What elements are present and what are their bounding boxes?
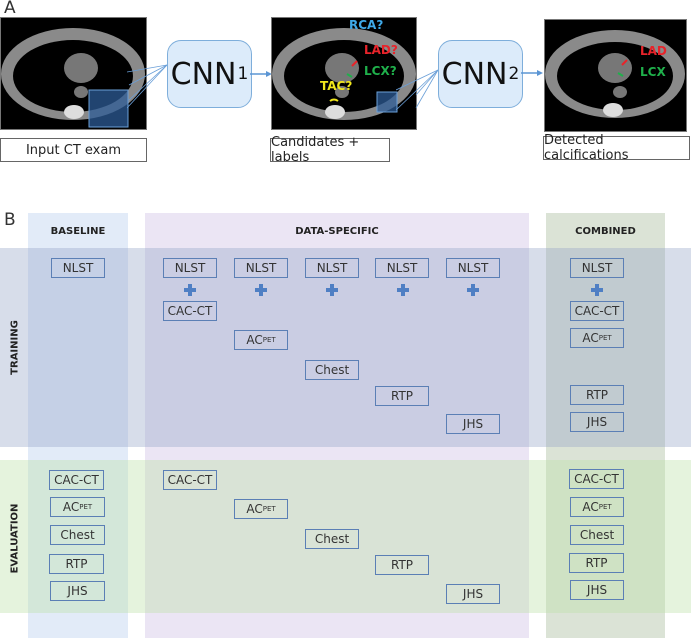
- panel-b-letter: B: [4, 210, 16, 230]
- rca-text: RCA?: [349, 18, 384, 32]
- box-text: AC: [246, 333, 263, 347]
- baseline-header: BASELINE: [50, 226, 106, 237]
- input-ct-image: [0, 17, 147, 130]
- ct-scan-illustration: [1, 28, 145, 128]
- box-subscript: PET: [262, 336, 276, 344]
- lad-candidate-label: LAD?: [364, 43, 398, 57]
- plus-icon: [397, 284, 409, 296]
- box-subscript: PET: [79, 503, 93, 511]
- evaluation-row-label: EVALUATION: [9, 503, 21, 574]
- box-text: AC: [582, 500, 599, 514]
- training-ds-nlst-2: NLST: [234, 258, 288, 278]
- training-combined-acpet: AC PET: [570, 328, 624, 348]
- box-text: AC: [582, 331, 599, 345]
- caption-input-ct: Input CT exam: [0, 138, 147, 162]
- lad-text: LAD?: [364, 43, 398, 57]
- lad-detected-label: LAD: [640, 44, 667, 58]
- training-baseline-nlst: NLST: [51, 258, 105, 278]
- eval-baseline-chest: Chest: [50, 525, 105, 545]
- caption-detected: Detected calcifications: [543, 133, 690, 163]
- arrow-right-icon: [521, 70, 543, 76]
- lcx-text: LCX: [640, 65, 666, 79]
- eval-combined-rtp: RTP: [569, 553, 624, 573]
- plus-icon: [467, 284, 479, 296]
- tac-candidate-label: TAC?: [320, 79, 352, 93]
- cnn2-block: CNN 2: [438, 40, 523, 108]
- lcx-text: LCX?: [364, 64, 397, 78]
- training-ds-nlst-4: NLST: [375, 258, 429, 278]
- training-ds-nlst-5: NLST: [446, 258, 500, 278]
- eval-baseline-acpet: AC PET: [50, 497, 105, 517]
- box-subscript: PET: [262, 505, 276, 513]
- panel-a-letter: A: [4, 0, 16, 18]
- data-specific-header: DATA-SPECIFIC: [295, 226, 379, 237]
- eval-ds-jhs: JHS: [446, 584, 500, 604]
- eval-combined-jhs: JHS: [570, 580, 624, 600]
- plus-icon: [326, 284, 338, 296]
- cnn2-subscript: 2: [508, 64, 520, 84]
- arrow-right-icon: [250, 71, 272, 77]
- training-ds-jhs: JHS: [446, 414, 500, 434]
- box-text: AC: [246, 502, 263, 516]
- cnn1-label: CNN: [170, 56, 237, 92]
- eval-combined-cac-ct: CAC-CT: [569, 469, 624, 489]
- plus-icon: [255, 284, 267, 296]
- training-ds-nlst-3: NLST: [305, 258, 359, 278]
- eval-baseline-cac-ct: CAC-CT: [49, 470, 104, 490]
- lcx-candidate-label: LCX?: [364, 64, 397, 78]
- plus-icon: [591, 284, 603, 296]
- eval-ds-cac-ct: CAC-CT: [163, 470, 217, 490]
- eval-baseline-jhs: JHS: [50, 581, 105, 601]
- training-row-label: TRAINING: [9, 320, 21, 375]
- lcx-detected-label: LCX: [640, 65, 666, 79]
- training-combined-cac-ct: CAC-CT: [570, 301, 624, 321]
- box-subscript: PET: [598, 503, 612, 511]
- plus-icon: [184, 284, 196, 296]
- rca-candidate-label: RCA?: [349, 18, 383, 32]
- eval-ds-rtp: RTP: [375, 555, 429, 575]
- box-subscript: PET: [598, 334, 612, 342]
- box-text: AC: [62, 500, 80, 514]
- cnn1-block: CNN 1: [167, 40, 252, 108]
- training-combined-jhs: JHS: [570, 412, 624, 432]
- eval-baseline-rtp: RTP: [49, 554, 104, 574]
- training-ds-acpet: AC PET: [234, 330, 288, 350]
- cnn1-subscript: 1: [237, 64, 249, 84]
- training-ds-nlst-1: NLST: [163, 258, 217, 278]
- training-ds-chest: Chest: [305, 360, 359, 380]
- caption-candidates: Candidates + labels: [270, 135, 390, 165]
- cnn2-label: CNN: [441, 56, 508, 92]
- tac-text: TAC?: [320, 79, 353, 93]
- training-combined-nlst: NLST: [570, 258, 624, 278]
- patch-projection-lines-2: [396, 69, 439, 110]
- eval-ds-acpet: AC PET: [234, 499, 288, 519]
- patch-projection-lines-1: [127, 64, 168, 109]
- training-ds-rtp: RTP: [375, 386, 429, 406]
- eval-combined-acpet: AC PET: [570, 497, 624, 517]
- combined-header: COMBINED: [575, 226, 636, 237]
- eval-combined-chest: Chest: [570, 525, 624, 545]
- eval-ds-chest: Chest: [305, 529, 359, 549]
- training-combined-rtp: RTP: [570, 385, 624, 405]
- lad-text: LAD: [640, 44, 667, 58]
- training-ds-cac-ct: CAC-CT: [163, 301, 217, 321]
